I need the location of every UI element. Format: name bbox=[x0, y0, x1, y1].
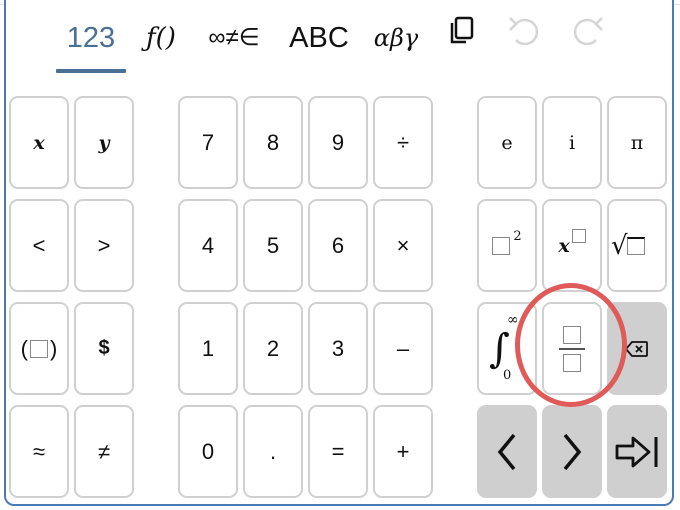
placeholder-box-icon bbox=[492, 236, 511, 255]
chevron-left-icon bbox=[497, 433, 516, 470]
key-4-label: 4 bbox=[201, 232, 215, 258]
paren-close: ) bbox=[50, 335, 58, 361]
key-equals-label: = bbox=[331, 438, 345, 464]
key-y-label: y bbox=[98, 131, 110, 154]
key-parentheses[interactable]: ( ) bbox=[9, 302, 69, 395]
key-plus-label: + bbox=[396, 438, 410, 464]
key-5-label: 5 bbox=[266, 232, 280, 258]
key-power[interactable]: x bbox=[542, 199, 602, 292]
key-2-label: 2 bbox=[266, 335, 280, 361]
undo-icon[interactable] bbox=[506, 14, 542, 48]
key-approx[interactable]: ≈ bbox=[9, 405, 69, 498]
key-5[interactable]: 5 bbox=[243, 199, 303, 292]
key-tab-next[interactable] bbox=[607, 405, 667, 498]
key-greater-than[interactable]: > bbox=[74, 199, 134, 292]
key-dollar-label: $ bbox=[98, 337, 110, 359]
paren-open: ( bbox=[20, 335, 28, 361]
key-decimal[interactable]: . bbox=[243, 405, 303, 498]
highlight-circle bbox=[515, 283, 627, 407]
key-i[interactable]: i bbox=[542, 96, 602, 189]
key-square[interactable]: 2 bbox=[477, 199, 537, 292]
tab-relations[interactable]: ∞≠∈ bbox=[198, 16, 270, 60]
key-cursor-right[interactable] bbox=[542, 405, 602, 498]
key-cursor-left[interactable] bbox=[477, 405, 537, 498]
copy-icon[interactable] bbox=[446, 14, 478, 48]
key-x-label: x bbox=[33, 131, 45, 154]
key-less-than[interactable]: < bbox=[9, 199, 69, 292]
chevron-right-icon bbox=[563, 433, 582, 470]
backspace-icon bbox=[625, 340, 648, 357]
key-not-equal[interactable]: ≠ bbox=[74, 405, 134, 498]
key-greater-than-label: > bbox=[97, 232, 111, 258]
key-less-than-label: < bbox=[32, 232, 46, 258]
square-exponent: 2 bbox=[513, 229, 522, 244]
tab-greek[interactable]: αβγ bbox=[366, 16, 426, 60]
key-y[interactable]: y bbox=[74, 96, 134, 189]
key-1[interactable]: 1 bbox=[178, 302, 238, 395]
tab-numbers[interactable]: 123 bbox=[62, 16, 120, 60]
key-divide-label: ÷ bbox=[396, 129, 410, 155]
key-times[interactable]: × bbox=[373, 199, 433, 292]
key-pi-label: π bbox=[630, 131, 644, 154]
key-sqrt[interactable]: √ bbox=[607, 199, 667, 292]
integral-lower-limit: 0 bbox=[503, 368, 512, 383]
key-7[interactable]: 7 bbox=[178, 96, 238, 189]
key-decimal-label: . bbox=[269, 438, 277, 464]
exponent-box-icon bbox=[571, 228, 586, 243]
key-6-label: 6 bbox=[331, 232, 345, 258]
key-dollar[interactable]: $ bbox=[74, 302, 134, 395]
key-pi[interactable]: π bbox=[607, 96, 667, 189]
radicand-box-icon bbox=[626, 236, 645, 255]
sqrt-sign: √ bbox=[611, 230, 628, 261]
key-x[interactable]: x bbox=[9, 96, 69, 189]
key-4[interactable]: 4 bbox=[178, 199, 238, 292]
key-6[interactable]: 6 bbox=[308, 199, 368, 292]
key-e-label: e bbox=[501, 131, 513, 154]
key-i-label: i bbox=[568, 131, 576, 154]
power-base: x bbox=[558, 234, 570, 257]
key-minus[interactable]: – bbox=[373, 302, 433, 395]
active-tab-indicator bbox=[56, 69, 126, 73]
key-2[interactable]: 2 bbox=[243, 302, 303, 395]
tab-functions[interactable]: ƒ() bbox=[136, 16, 186, 60]
key-3[interactable]: 3 bbox=[308, 302, 368, 395]
key-not-equal-label: ≠ bbox=[97, 438, 111, 464]
redo-icon[interactable] bbox=[570, 14, 606, 48]
placeholder-box-icon bbox=[30, 339, 48, 358]
key-times-label: × bbox=[396, 232, 410, 258]
key-9-label: 9 bbox=[331, 129, 345, 155]
key-e[interactable]: e bbox=[477, 96, 537, 189]
key-equals[interactable]: = bbox=[308, 405, 368, 498]
key-0[interactable]: 0 bbox=[178, 405, 238, 498]
key-1-label: 1 bbox=[201, 335, 215, 361]
tab-letters[interactable]: ABC bbox=[288, 16, 350, 60]
key-8-label: 8 bbox=[266, 129, 280, 155]
key-divide[interactable]: ÷ bbox=[373, 96, 433, 189]
arrow-tab-icon bbox=[615, 436, 658, 467]
key-7-label: 7 bbox=[201, 129, 215, 155]
key-plus[interactable]: + bbox=[373, 405, 433, 498]
key-9[interactable]: 9 bbox=[308, 96, 368, 189]
key-0-label: 0 bbox=[201, 438, 215, 464]
key-minus-label: – bbox=[396, 335, 410, 361]
key-3-label: 3 bbox=[331, 335, 345, 361]
key-approx-label: ≈ bbox=[32, 438, 46, 464]
key-8[interactable]: 8 bbox=[243, 96, 303, 189]
